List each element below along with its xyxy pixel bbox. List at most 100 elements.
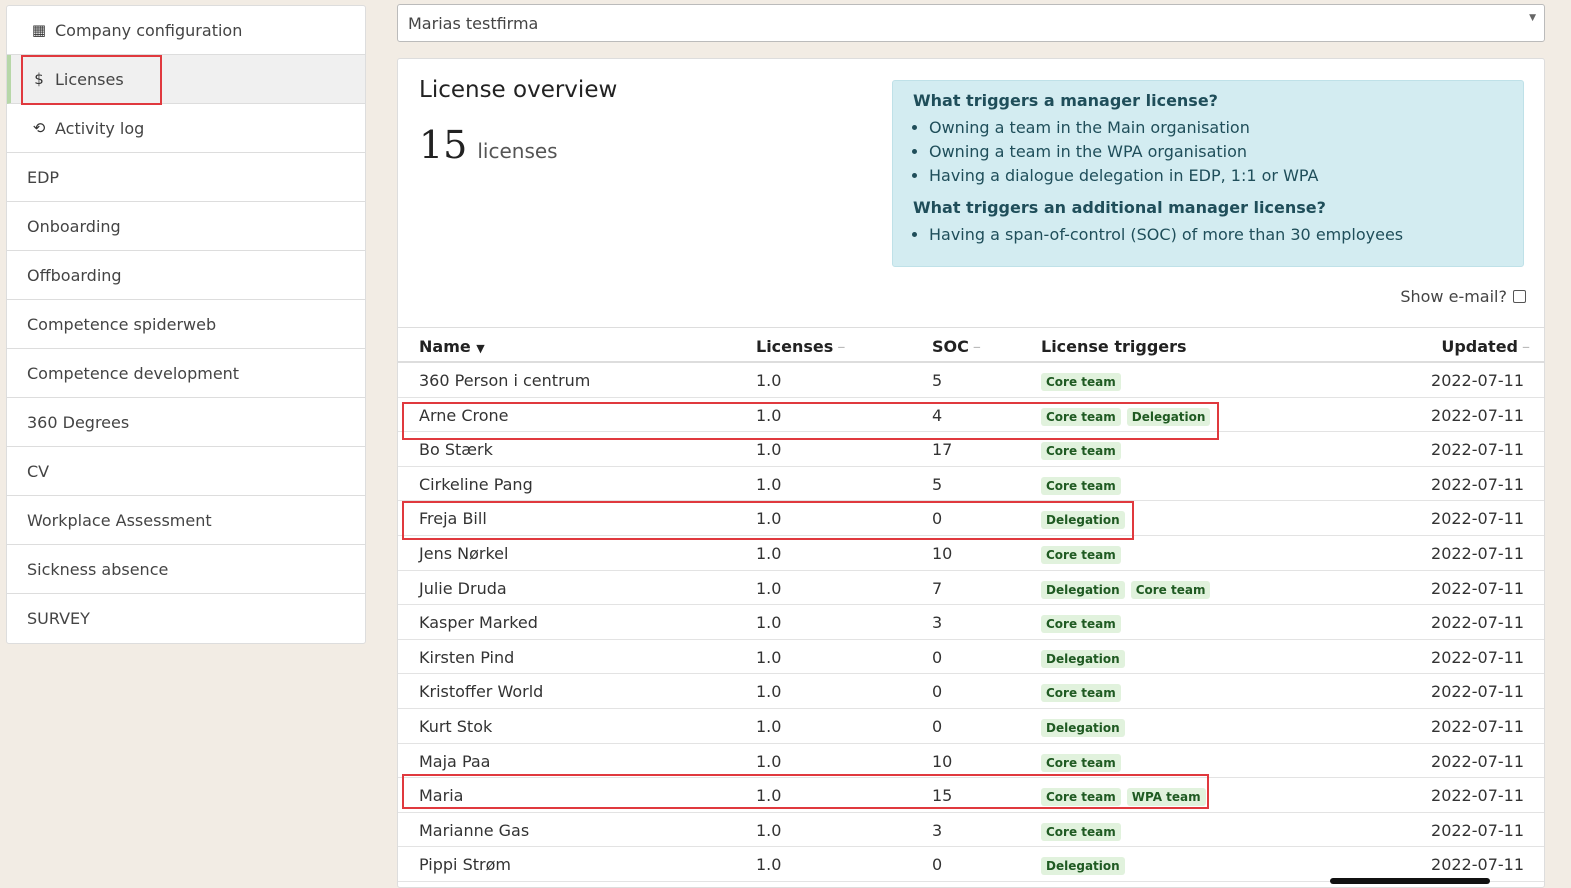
sidebar-item-activity-log[interactable]: ⟲ Activity log — [7, 104, 365, 153]
row-triggers: Core team — [1041, 373, 1121, 391]
column-header-soc[interactable]: SOC – — [932, 337, 981, 356]
sidebar-item-label: Workplace Assessment — [27, 510, 212, 530]
sidebar-item-onboarding[interactable]: Onboarding — [7, 202, 365, 251]
trigger-badge: Core team — [1041, 407, 1121, 426]
trigger-badge: Core team — [1041, 822, 1121, 841]
row-triggers: Core team — [1041, 753, 1121, 772]
sidebar-item-cv[interactable]: CV — [7, 447, 365, 496]
trigger-badge: Core team — [1041, 615, 1121, 634]
table-row[interactable]: Kirsten Pind 1.0 0 Delegation 2022-07-11 — [398, 640, 1544, 675]
sidebar-item-competence-spiderweb[interactable]: Competence spiderweb — [7, 300, 365, 349]
row-updated: 2022-07-11 — [1431, 786, 1524, 806]
column-header-label: Name — [419, 337, 471, 356]
sidebar-item-company-configuration[interactable]: ▦ Company configuration — [7, 6, 365, 55]
sort-neutral-icon: – — [1522, 337, 1530, 356]
horizontal-scrollbar[interactable] — [1330, 878, 1490, 884]
row-updated: 2022-07-11 — [1431, 751, 1524, 771]
row-updated: 2022-07-11 — [1431, 820, 1524, 840]
row-triggers: Delegation Core team — [1041, 580, 1211, 599]
trigger-badge: Core team — [1041, 788, 1121, 807]
table-row[interactable]: Jens Nørkel 1.0 10 Core team 2022-07-11 — [398, 536, 1544, 571]
sidebar-item-label: Competence spiderweb — [27, 314, 217, 334]
sidebar-item-workplace-assessment[interactable]: Workplace Assessment — [7, 496, 365, 545]
table-row[interactable]: Arne Crone 1.0 4 Core team Delegation 2022-07… — [398, 398, 1544, 433]
sidebar-item-360-degrees[interactable]: 360 Degrees — [7, 398, 365, 447]
row-name: Kurt Stok — [419, 716, 493, 736]
sort-neutral-icon: – — [972, 337, 981, 356]
row-licenses: 1.0 — [756, 751, 782, 771]
column-header-licenses[interactable]: Licenses – — [756, 337, 845, 356]
row-name: Cirkeline Pang — [419, 474, 533, 494]
sidebar-item-survey[interactable]: SURVEY — [7, 594, 365, 643]
trigger-badge: Core team — [1041, 545, 1121, 564]
table-row[interactable]: Pippi Strøm 1.0 0 Delegation 2022-07-11 — [398, 847, 1544, 882]
column-header-name[interactable]: Name ▼ — [419, 337, 485, 356]
license-count: 15 licenses — [419, 123, 558, 167]
trigger-badge: Core team — [1041, 684, 1121, 703]
trigger-badge: Core team — [1041, 373, 1121, 391]
sidebar-item-sickness-absence[interactable]: Sickness absence — [7, 545, 365, 594]
table-row[interactable]: Julie Druda 1.0 7 Delegation Core team 2022-0… — [398, 571, 1544, 606]
row-updated: 2022-07-11 — [1431, 371, 1524, 390]
row-name: Marianne Gas — [419, 820, 530, 840]
row-updated: 2022-07-11 — [1431, 613, 1524, 633]
table-row[interactable]: Cirkeline Pang 1.0 5 Core team 2022-07-11 — [398, 467, 1544, 502]
row-name: Arne Crone — [419, 405, 509, 425]
table-row[interactable]: Kurt Stok 1.0 0 Delegation 2022-07-11 — [398, 709, 1544, 744]
row-soc: 10 — [932, 751, 953, 771]
show-email-checkbox[interactable] — [1513, 290, 1526, 303]
row-soc: 0 — [932, 682, 943, 702]
sidebar-item-label: Licenses — [55, 69, 124, 89]
license-info-box: What triggers a manager license? Owning … — [892, 80, 1524, 267]
row-updated: 2022-07-11 — [1431, 440, 1524, 460]
table-row[interactable]: 360 Person i centrum 1.0 5 Core team 2022-07… — [398, 363, 1544, 398]
license-overview-panel: License overview 15 licenses What trigge… — [397, 58, 1545, 888]
sidebar-item-competence-development[interactable]: Competence development — [7, 349, 365, 398]
row-soc: 10 — [932, 543, 953, 563]
table-row[interactable]: Maria 1.0 15 Core team WPA team 2022-07-11 — [398, 778, 1544, 813]
sidebar-item-label: SURVEY — [27, 609, 90, 628]
column-header-updated[interactable]: Updated – — [1441, 337, 1530, 356]
additional-license-heading: What triggers an additional manager lice… — [913, 198, 1326, 217]
sort-down-icon: ▼ — [476, 342, 485, 355]
row-updated: 2022-07-11 — [1431, 405, 1524, 425]
sidebar-item-edp[interactable]: EDP — [7, 153, 365, 202]
sidebar-item-licenses[interactable]: $ Licenses — [7, 55, 365, 104]
row-name: 360 Person i centrum — [419, 371, 591, 390]
sidebar-item-label: Offboarding — [27, 265, 122, 285]
table-row[interactable]: Kasper Marked 1.0 3 Core team 2022-07-11 — [398, 605, 1544, 640]
show-email-toggle[interactable]: Show e-mail? — [1400, 287, 1526, 306]
trigger-badge: Delegation — [1041, 718, 1125, 737]
list-item: Owning a team in the WPA organisation — [929, 140, 1503, 164]
row-licenses: 1.0 — [756, 613, 782, 633]
chevron-down-icon: ▼ — [1529, 13, 1536, 23]
row-soc: 0 — [932, 647, 943, 667]
column-header-label: SOC — [932, 337, 969, 356]
table-row[interactable]: Marianne Gas 1.0 3 Core team 2022-07-11 — [398, 813, 1544, 848]
row-soc: 0 — [932, 855, 943, 875]
page-title: License overview — [419, 77, 618, 103]
license-table: Name ▼ Licenses – SOC – License triggers U… — [398, 327, 1544, 882]
row-licenses: 1.0 — [756, 371, 782, 390]
table-row[interactable]: Maja Paa 1.0 10 Core team 2022-07-11 — [398, 744, 1544, 779]
company-select[interactable]: Marias testfirma ▼ — [397, 4, 1545, 42]
row-triggers: Delegation — [1041, 718, 1125, 737]
trigger-badge: Delegation — [1041, 511, 1125, 530]
column-header-label: Licenses — [756, 337, 834, 356]
table-row[interactable]: Bo Stærk 1.0 17 Core team 2022-07-11 — [398, 432, 1544, 467]
list-item: Owning a team in the Main organisation — [929, 116, 1503, 140]
row-licenses: 1.0 — [756, 820, 782, 840]
row-soc: 15 — [932, 786, 953, 806]
row-updated: 2022-07-11 — [1431, 578, 1524, 598]
row-updated: 2022-07-11 — [1431, 682, 1524, 702]
trigger-badge: Delegation — [1041, 580, 1125, 599]
table-row[interactable]: Kristoffer World 1.0 0 Core team 2022-07-11 — [398, 674, 1544, 709]
row-triggers: Core team — [1041, 822, 1121, 841]
row-triggers: Core team — [1041, 476, 1121, 495]
row-licenses: 1.0 — [756, 509, 782, 529]
sidebar-item-offboarding[interactable]: Offboarding — [7, 251, 365, 300]
row-soc: 0 — [932, 509, 943, 529]
table-row[interactable]: Freja Bill 1.0 0 Delegation 2022-07-11 — [398, 501, 1544, 536]
row-name: Kasper Marked — [419, 613, 538, 633]
row-licenses: 1.0 — [756, 682, 782, 702]
